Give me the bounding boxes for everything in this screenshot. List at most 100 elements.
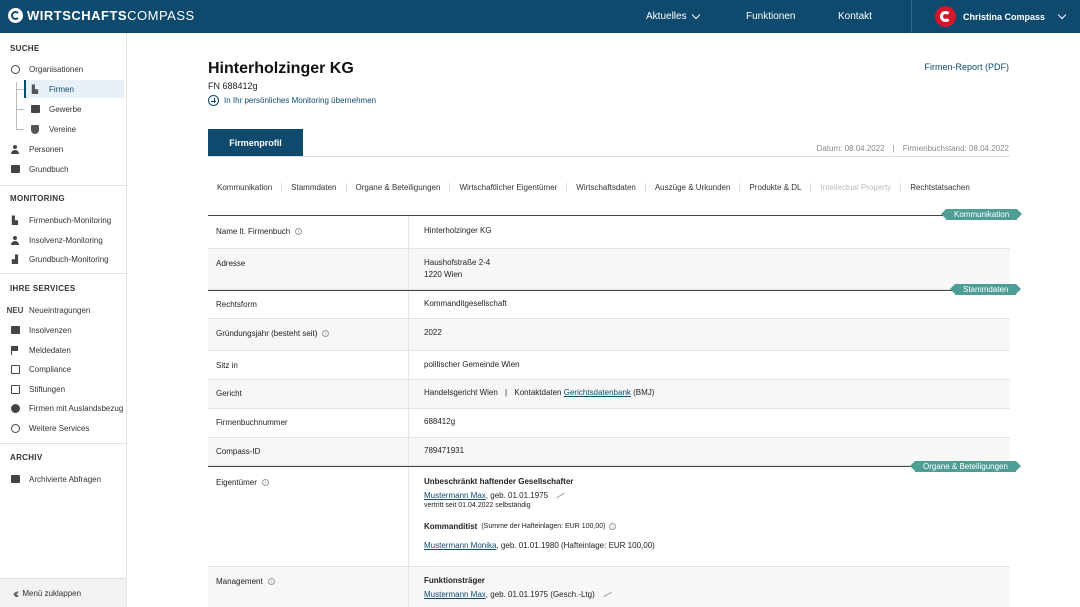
- table-row-sitz: Sitz in politischer Gemeinde Wien: [208, 351, 1010, 380]
- nav-kontakt[interactable]: Kontakt: [838, 11, 872, 22]
- sidebar-item-insolvenz-monitoring[interactable]: Insolvenz-Monitoring: [0, 231, 126, 249]
- section-link-auszuege[interactable]: Auszüge & Urkunden: [646, 182, 741, 192]
- row-label: Name lt. Firmenbuch: [216, 227, 291, 236]
- sidebar-item-compliance[interactable]: Compliance: [0, 360, 126, 378]
- checkbox-icon: [10, 364, 20, 374]
- court-bmj: (BMJ): [633, 388, 655, 397]
- sidebar-item-label: Personen: [29, 144, 64, 154]
- tree-branch: [16, 89, 24, 90]
- info-icon[interactable]: i: [295, 228, 303, 235]
- sidebar-item-label: Organisationen: [29, 64, 84, 74]
- section-link-produkte[interactable]: Produkte & DL: [740, 182, 812, 192]
- section-link-stammdaten[interactable]: Stammdaten: [282, 182, 347, 192]
- row-value: politischer Gemeinde Wien: [424, 360, 520, 369]
- row-label: Management: [216, 577, 263, 586]
- owner-link[interactable]: Mustermann Monika: [424, 541, 496, 550]
- foundation-icon: [10, 384, 20, 394]
- pen-icon[interactable]: [556, 493, 565, 499]
- sidebar-item-meldedaten[interactable]: Meldedaten: [0, 341, 126, 359]
- section-navigation: Kommunikation Stammdaten Organe & Beteil…: [208, 178, 1010, 196]
- row-value: Funktionsträger Mustermann Max, geb. 01.…: [424, 576, 612, 599]
- table-row-compass-id: Compass-ID 789471931: [208, 438, 1010, 466]
- sidebar-item-auslandsbezug[interactable]: Firmen mit Auslandsbezug: [0, 399, 126, 417]
- table-row-rechtsform: Rechtsform Kommanditgesellschaft: [208, 291, 1010, 319]
- sidebar-item-stiftungen[interactable]: Stiftungen: [0, 380, 126, 398]
- tab-firmenprofil[interactable]: Firmenprofil: [208, 129, 303, 156]
- row-label: Eigentümer: [216, 478, 257, 487]
- nav-aktuelles[interactable]: Aktuelles: [646, 10, 700, 22]
- pen-icon[interactable]: [603, 592, 612, 598]
- kommanditist-title: Kommanditist: [424, 522, 478, 531]
- sidebar-item-label: Neueintragungen: [29, 305, 91, 315]
- sidebar-item-label: Gewerbe: [49, 104, 82, 114]
- sidebar-item-firmenbuch-monitoring[interactable]: ▙ Firmenbuch-Monitoring: [0, 211, 126, 229]
- compass-logo-icon: [8, 8, 23, 23]
- building-plus-icon: ▙: [11, 215, 19, 225]
- row-value: Unbeschränkt haftender Gesellschafter Mu…: [424, 477, 655, 550]
- row-label: Gericht: [216, 389, 242, 398]
- manager-link[interactable]: Mustermann Max: [424, 590, 486, 599]
- table-row-name: Name lt. Firmenbuch i Hinterholzinger KG: [208, 216, 1010, 249]
- company-report-pdf-link[interactable]: Firmen-Report (PDF): [924, 62, 1009, 72]
- sidebar-item-label: Firmen: [49, 84, 74, 94]
- new-badge-icon: NEU: [6, 305, 24, 315]
- user-menu[interactable]: Christina Compass: [911, 0, 1080, 33]
- sidebar-item-weitere-services[interactable]: Weitere Services: [0, 419, 126, 437]
- sidebar-item-grundbuch[interactable]: Grundbuch: [0, 160, 126, 178]
- row-value: Kommanditgesellschaft: [424, 299, 507, 308]
- separator: |: [892, 144, 895, 153]
- row-value: 789471931: [424, 446, 465, 455]
- sidebar-item-organisationen[interactable]: Organisationen: [0, 60, 126, 78]
- sidebar-item-label: Insolvenzen: [29, 325, 72, 335]
- row-value: 688412g: [424, 417, 456, 426]
- funktionstraeger-title: Funktionsträger: [424, 576, 485, 585]
- chevron-down-icon: [691, 10, 700, 20]
- sidebar-item-vereine[interactable]: Vereine: [24, 120, 124, 138]
- collapse-menu-button[interactable]: ‹‹ Menü zuklappen: [0, 578, 126, 607]
- sidebar-item-label: Insolvenz-Monitoring: [29, 235, 103, 245]
- sidebar-item-neueintragungen[interactable]: NEU Neueintragungen: [0, 301, 126, 319]
- table-row-gruendungsjahr: Gründungsjahr (besteht seit) i 2022: [208, 319, 1010, 351]
- court-database-link[interactable]: Gerichtsdatenbank: [564, 388, 631, 397]
- sidebar-item-grundbuch-monitoring[interactable]: ▟ Grundbuch-Monitoring: [0, 250, 126, 268]
- globe-icon: [10, 403, 20, 413]
- section-link-rechtstatsachen[interactable]: Rechtstatsachen: [901, 183, 979, 192]
- sidebar-item-gewerbe[interactable]: Gewerbe: [24, 100, 124, 118]
- info-icon[interactable]: i: [322, 330, 330, 337]
- table-row-gericht: Gericht Handelsgericht Wien | Kontaktdat…: [208, 380, 1010, 409]
- divider: [0, 273, 126, 274]
- sidebar-item-archivierte-abfragen[interactable]: Archivierte Abfragen: [0, 470, 126, 488]
- add-to-monitoring-link[interactable]: In Ihr persönliches Monitoring übernehme…: [208, 95, 376, 106]
- company-fn: FN 688412g: [208, 81, 258, 91]
- top-navigation-bar: WIRTSCHAFTSCOMPASS Aktuelles Funktionen …: [0, 0, 1080, 33]
- sidebar-item-insolvenzen[interactable]: Insolvenzen: [0, 321, 126, 339]
- sidebar-item-label: Firmen mit Auslandsbezug: [29, 403, 124, 413]
- nav-kontakt-label: Kontakt: [838, 11, 872, 22]
- divider: [0, 185, 126, 186]
- info-icon[interactable]: i: [261, 479, 269, 486]
- info-icon[interactable]: i: [609, 523, 617, 530]
- nav-funktionen[interactable]: Funktionen: [746, 11, 795, 22]
- row-value: 2022: [424, 328, 442, 337]
- briefcase-icon: [30, 105, 40, 113]
- info-icon[interactable]: i: [267, 578, 275, 585]
- section-link-kommunikation[interactable]: Kommunikation: [208, 182, 283, 192]
- owner-link[interactable]: Mustermann Max: [424, 491, 486, 500]
- sidebar: SUCHE Organisationen ▙ Firmen Gewerbe Ve…: [0, 33, 127, 607]
- person-icon: [11, 144, 20, 154]
- sidebar-item-label: Weitere Services: [29, 423, 90, 433]
- logo[interactable]: WIRTSCHAFTSCOMPASS: [8, 8, 195, 23]
- section-link-organe[interactable]: Organe & Beteiligungen: [347, 182, 451, 192]
- section-link-wirtschaftsdaten[interactable]: Wirtschaftsdaten: [567, 182, 646, 192]
- logo-text-bold: WIRTSCHAFTS: [27, 8, 128, 23]
- owner-representation: vertritt seit 01.04.2022 selbständig: [424, 502, 531, 509]
- plus-circle-icon: [208, 95, 219, 106]
- nav-funktionen-label: Funktionen: [746, 11, 796, 22]
- section-link-wirtschaftlicher-eigentuemer[interactable]: Wirtschaftlicher Eigentümer: [450, 182, 568, 192]
- sidebar-item-personen[interactable]: Personen: [0, 140, 126, 158]
- tab-underline: [208, 156, 1010, 157]
- building-icon: ▙: [31, 84, 39, 94]
- sidebar-item-label: Vereine: [49, 124, 77, 134]
- sidebar-item-firmen[interactable]: ▙ Firmen: [24, 80, 124, 98]
- person-plus-icon: [11, 235, 20, 245]
